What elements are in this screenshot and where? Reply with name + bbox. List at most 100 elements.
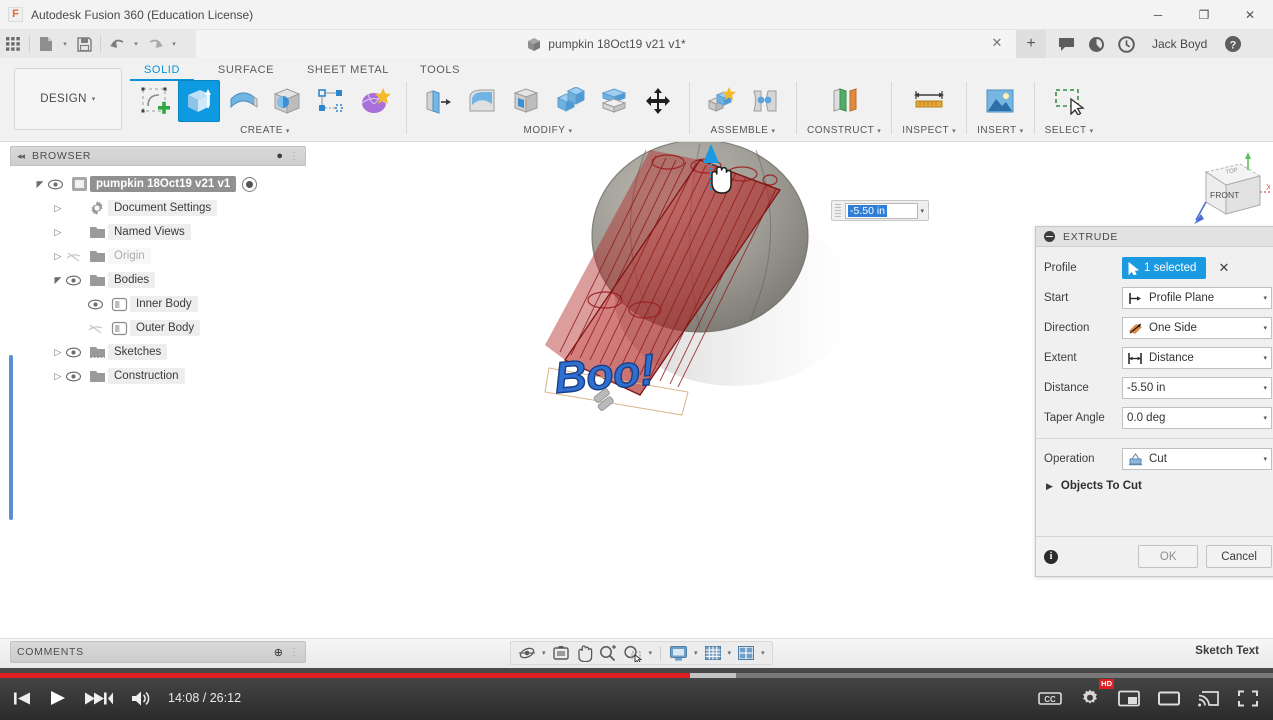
chevron-down-icon[interactable]: ▾: [1263, 414, 1267, 422]
grid-snaps-caret-icon[interactable]: ▾: [725, 649, 735, 657]
info-icon[interactable]: i: [1044, 549, 1058, 564]
start-select[interactable]: Profile Plane ▾: [1122, 287, 1272, 309]
previous-video-button[interactable]: [4, 683, 40, 713]
sweep-icon[interactable]: [266, 80, 308, 122]
recent-icon[interactable]: [1112, 30, 1140, 58]
eye-visible-icon[interactable]: [66, 347, 86, 358]
group-label-create[interactable]: CREATE ▾: [240, 125, 290, 136]
new-document-caret-icon[interactable]: ▾: [59, 31, 71, 57]
insert-image-icon[interactable]: [979, 80, 1021, 122]
display-settings-icon[interactable]: [666, 642, 691, 664]
create-sketch-icon[interactable]: [134, 80, 176, 122]
chevron-down-icon[interactable]: ▾: [1263, 384, 1267, 392]
eye-visible-icon[interactable]: [48, 179, 68, 190]
zoom-icon[interactable]: [596, 642, 620, 664]
eye-visible-icon[interactable]: [66, 275, 86, 286]
tree-node-construction[interactable]: ▷ Construction: [10, 364, 306, 388]
panel-resize-handle[interactable]: [9, 355, 13, 520]
operation-select[interactable]: Cut ▾: [1122, 448, 1272, 470]
cast-button[interactable]: [1189, 683, 1229, 713]
twisty-collapsed-icon[interactable]: ▷: [50, 203, 66, 214]
objects-to-cut-expander[interactable]: ▶ Objects To Cut: [1036, 474, 1273, 500]
clear-selection-icon[interactable]: ✕: [1218, 260, 1229, 276]
viewports-icon[interactable]: [734, 642, 758, 664]
document-tab[interactable]: pumpkin 18Oct19 v21 v1* ✕: [196, 30, 1016, 58]
form-icon[interactable]: [354, 80, 396, 122]
drag-grip-icon[interactable]: [835, 204, 841, 217]
grid-apps-icon[interactable]: [0, 31, 26, 57]
eye-hidden-icon[interactable]: [66, 251, 86, 262]
maximize-button[interactable]: ❐: [1181, 0, 1227, 30]
activate-component-radio[interactable]: [242, 176, 258, 192]
direction-select[interactable]: One Side ▾: [1122, 317, 1272, 339]
tree-node-document-settings[interactable]: ▷ Document Settings: [10, 196, 306, 220]
new-component-icon[interactable]: [700, 80, 742, 122]
help-icon[interactable]: ?: [1219, 30, 1247, 58]
tree-node-outer-body[interactable]: Outer Body: [10, 316, 306, 340]
workspace-switcher-button[interactable]: DESIGN ▾: [14, 68, 122, 130]
twisty-collapsed-icon[interactable]: ▷: [50, 251, 66, 262]
orbit-caret-icon[interactable]: ▾: [539, 649, 549, 657]
tree-node-sketches[interactable]: ▷ Sketches: [10, 340, 306, 364]
tree-node-inner-body[interactable]: Inner Body: [10, 292, 306, 316]
browser-resize-grip[interactable]: ⋮: [289, 151, 299, 162]
user-name-label[interactable]: Jack Boyd: [1142, 37, 1217, 51]
twisty-expanded-icon[interactable]: ◤: [32, 179, 48, 190]
extent-select[interactable]: Distance ▾: [1122, 347, 1272, 369]
comments-resize-grip[interactable]: ⋮: [289, 647, 299, 658]
profile-selection-button[interactable]: 1 selected: [1122, 257, 1207, 279]
group-label-construct[interactable]: CONSTRUCT ▾: [807, 125, 881, 136]
twisty-collapsed-icon[interactable]: ▷: [50, 347, 66, 358]
extrude-dialog-title-bar[interactable]: EXTRUDE: [1036, 227, 1273, 247]
look-at-icon[interactable]: [549, 642, 573, 664]
group-label-select[interactable]: SELECT ▾: [1045, 125, 1094, 136]
viewports-caret-icon[interactable]: ▾: [758, 649, 768, 657]
tree-node-origin[interactable]: ▷ Origin: [10, 244, 306, 268]
distance-input[interactable]: -5.50 in ▾: [1122, 377, 1272, 399]
undo-caret-icon[interactable]: ▾: [130, 31, 142, 57]
group-label-modify[interactable]: MODIFY ▾: [524, 125, 573, 136]
view-cube[interactable]: FRONT TOP X: [1186, 150, 1270, 228]
add-comment-icon[interactable]: ⊕: [274, 646, 283, 659]
taper-angle-input[interactable]: 0.0 deg ▾: [1122, 407, 1272, 429]
measure-icon[interactable]: [908, 80, 950, 122]
chevron-down-icon[interactable]: ▾: [920, 207, 924, 215]
twisty-collapsed-icon[interactable]: ▷: [50, 227, 66, 238]
move-copy-icon[interactable]: [637, 80, 679, 122]
display-settings-caret-icon[interactable]: ▾: [691, 649, 701, 657]
eye-hidden-icon[interactable]: [88, 323, 108, 334]
offset-plane-icon[interactable]: [823, 80, 865, 122]
manipulator-value-field[interactable]: -5.50 in: [845, 202, 919, 219]
tree-node-bodies[interactable]: ◤ Bodies: [10, 268, 306, 292]
tab-solid[interactable]: SOLID: [130, 62, 194, 81]
extrude-icon[interactable]: [178, 80, 220, 122]
ok-button[interactable]: OK: [1138, 545, 1199, 568]
tab-surface[interactable]: SURFACE: [206, 62, 286, 81]
tab-tools[interactable]: TOOLS: [410, 62, 470, 81]
new-tab-button[interactable]: +: [1016, 30, 1046, 58]
chevron-down-icon[interactable]: ▾: [1263, 455, 1267, 463]
chevron-down-icon[interactable]: ▾: [1263, 294, 1267, 302]
miniplayer-button[interactable]: [1109, 683, 1149, 713]
group-label-inspect[interactable]: INSPECT ▾: [902, 125, 956, 136]
select-window-icon[interactable]: [1048, 80, 1090, 122]
settings-gear-button[interactable]: HD: [1071, 679, 1114, 713]
video-progress-bar[interactable]: [0, 673, 1273, 678]
twisty-collapsed-icon[interactable]: ▶: [1046, 481, 1053, 492]
chevron-down-icon[interactable]: ▾: [1263, 324, 1267, 332]
pan-icon[interactable]: [573, 642, 596, 664]
combine-icon[interactable]: [549, 80, 591, 122]
grid-snaps-icon[interactable]: [701, 642, 725, 664]
next-video-button[interactable]: [76, 683, 122, 713]
browser-options-icon[interactable]: ●: [276, 150, 283, 162]
fullscreen-button[interactable]: [1229, 683, 1267, 713]
twisty-expanded-icon[interactable]: ◤: [50, 275, 66, 286]
close-tab-icon[interactable]: ✕: [990, 35, 1004, 50]
captions-button[interactable]: CC: [1029, 683, 1071, 713]
eye-visible-icon[interactable]: [88, 299, 108, 310]
comment-icon[interactable]: [1052, 30, 1080, 58]
undo-icon[interactable]: [104, 31, 130, 57]
job-status-icon[interactable]: [1082, 30, 1110, 58]
browser-panel-header[interactable]: ◂◂ BROWSER ● ⋮: [10, 146, 306, 166]
revolve-icon[interactable]: [222, 80, 264, 122]
